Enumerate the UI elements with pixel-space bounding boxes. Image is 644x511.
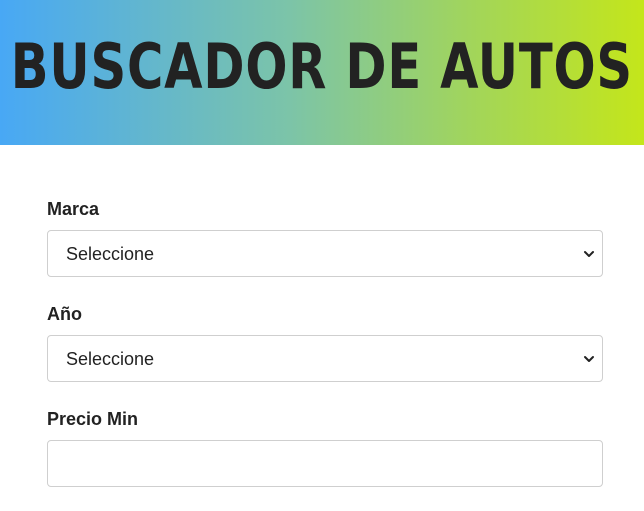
page-title: BUSCADOR DE AUTOS [10, 29, 634, 103]
anio-label: Año [47, 304, 82, 324]
chevron-down-icon [584, 356, 594, 362]
marca-label: Marca [47, 199, 100, 219]
precio-min-label: Precio Min [47, 409, 139, 429]
marca-select-value: Seleccione [66, 244, 155, 264]
search-form: Marca Seleccione Año Seleccione Precio M… [47, 196, 603, 511]
header-banner: BUSCADOR DE AUTOS [0, 0, 644, 145]
marca-select[interactable]: Seleccione [47, 230, 603, 277]
precio-min-select[interactable] [47, 440, 603, 487]
chevron-down-icon [584, 251, 594, 257]
anio-select[interactable]: Seleccione [47, 335, 603, 382]
anio-select-value: Seleccione [66, 349, 155, 369]
